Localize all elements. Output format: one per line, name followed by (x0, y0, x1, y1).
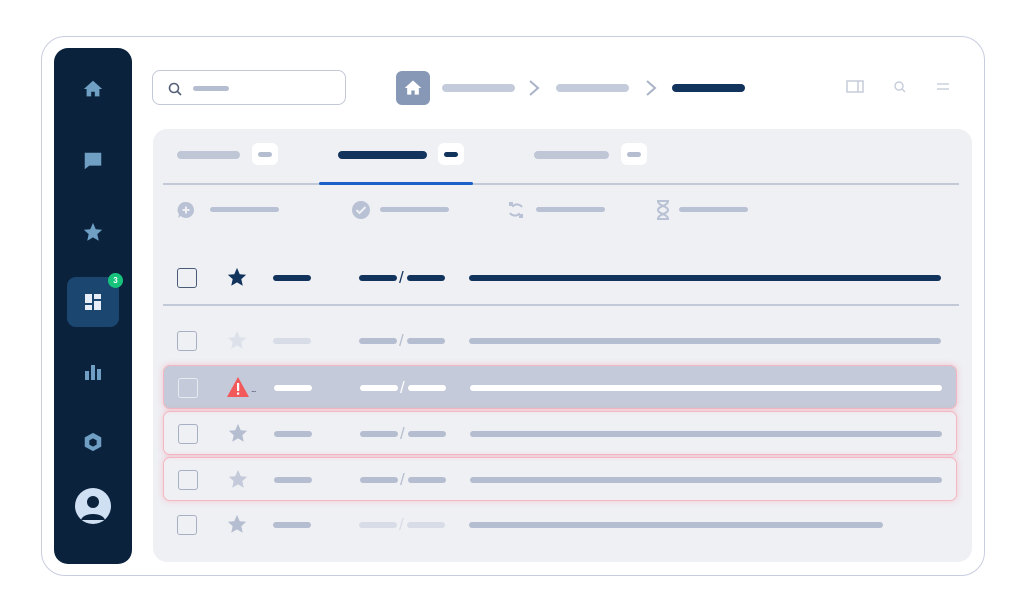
row-checkbox[interactable] (177, 515, 197, 535)
row-sender (273, 338, 311, 344)
slash-separator: / (400, 378, 405, 397)
table-row[interactable]: / (163, 457, 957, 501)
row-subject (469, 522, 883, 528)
star-icon[interactable] (226, 329, 248, 351)
hourglass-icon[interactable] (655, 200, 671, 220)
sidebar-item-home[interactable] (67, 64, 119, 114)
dashboard-icon (85, 294, 101, 310)
search-icon (168, 82, 182, 96)
user-avatar[interactable] (75, 488, 111, 524)
panel-toggle-icon[interactable] (846, 79, 864, 95)
row-checkbox[interactable] (178, 378, 198, 398)
row-time (408, 477, 446, 483)
row-checkbox[interactable] (178, 424, 198, 444)
header-col-subject[interactable] (469, 275, 941, 281)
search-input[interactable] (152, 70, 346, 105)
bar-chart-icon (85, 365, 101, 380)
table-row[interactable]: / (163, 411, 957, 455)
tab-active-count[interactable] (438, 143, 464, 165)
slash-separator: / (399, 515, 404, 534)
tab-active-label[interactable] (338, 151, 427, 159)
row-subject (470, 431, 942, 437)
row-sender (273, 522, 311, 528)
filter-label[interactable] (380, 207, 449, 212)
add-comment-icon[interactable] (176, 200, 196, 220)
sidebar-item-analytics[interactable] (67, 347, 119, 397)
filter-label[interactable] (679, 207, 748, 212)
row-date (359, 338, 397, 344)
filter-label[interactable] (210, 207, 279, 212)
row-subject (470, 385, 942, 391)
table-row[interactable]: ... / (163, 365, 957, 409)
breadcrumb-item[interactable] (442, 84, 515, 92)
chevron-right-icon (529, 80, 540, 96)
star-icon[interactable] (227, 422, 249, 444)
search-icon[interactable] (893, 79, 907, 95)
row-date (359, 522, 397, 528)
table-row[interactable]: / (163, 503, 957, 547)
row-date (360, 477, 398, 483)
filter-label[interactable] (536, 207, 605, 212)
star-icon[interactable] (226, 513, 248, 535)
sidebar-item-messages[interactable] (67, 136, 119, 186)
select-all-checkbox[interactable] (177, 268, 197, 288)
sidebar-item-integrations[interactable] (67, 417, 119, 467)
chat-icon (84, 152, 102, 170)
home-icon (83, 80, 103, 97)
row-checkbox[interactable] (178, 470, 198, 490)
header-divider (163, 304, 959, 306)
table-header: / (163, 256, 957, 300)
star-icon[interactable] (226, 266, 248, 288)
row-date (360, 385, 398, 391)
hexagon-icon (84, 432, 102, 452)
breadcrumb-item[interactable] (556, 84, 629, 92)
row-sender (274, 431, 312, 437)
notification-badge: 3 (108, 273, 123, 288)
breadcrumb-current (672, 84, 745, 92)
header-col-time[interactable] (407, 275, 445, 281)
row-sender (274, 385, 312, 391)
slash-separator: / (399, 268, 404, 287)
row-time (407, 338, 445, 344)
row-time (407, 522, 445, 528)
row-subject (469, 338, 941, 344)
row-time (408, 431, 446, 437)
sync-icon[interactable] (506, 200, 526, 220)
row-checkbox[interactable] (177, 331, 197, 351)
table-row[interactable]: / (163, 319, 957, 363)
tab-other-count[interactable] (621, 143, 647, 165)
chevron-right-icon (646, 80, 657, 96)
star-icon (83, 222, 103, 241)
star-icon[interactable] (227, 468, 249, 490)
tab-divider (163, 183, 959, 185)
search-placeholder (193, 86, 229, 91)
sidebar-item-dashboard[interactable]: 3 (67, 273, 123, 327)
tab-all-label[interactable] (177, 151, 240, 159)
header-col-date[interactable] (359, 275, 397, 281)
menu-icon[interactable] (936, 79, 950, 95)
slash-separator: / (400, 470, 405, 489)
slash-separator: / (399, 331, 404, 350)
sidebar-item-favorites[interactable] (67, 207, 119, 257)
slash-separator: / (400, 424, 405, 443)
row-date (360, 431, 398, 437)
row-time (408, 385, 446, 391)
row-sender (274, 477, 312, 483)
sidebar: 3 (54, 48, 132, 564)
check-circle-icon[interactable] (351, 200, 371, 220)
active-tab-indicator (319, 182, 473, 185)
home-icon (404, 80, 422, 95)
truncation-ellipsis: ... (251, 384, 256, 394)
warning-icon (227, 377, 249, 397)
breadcrumb-home[interactable] (396, 71, 430, 105)
header-col-sender[interactable] (273, 275, 311, 281)
tab-all-count[interactable] (252, 143, 278, 165)
tab-other-label[interactable] (534, 151, 609, 159)
row-subject (470, 477, 942, 483)
user-avatar-icon (81, 496, 105, 520)
